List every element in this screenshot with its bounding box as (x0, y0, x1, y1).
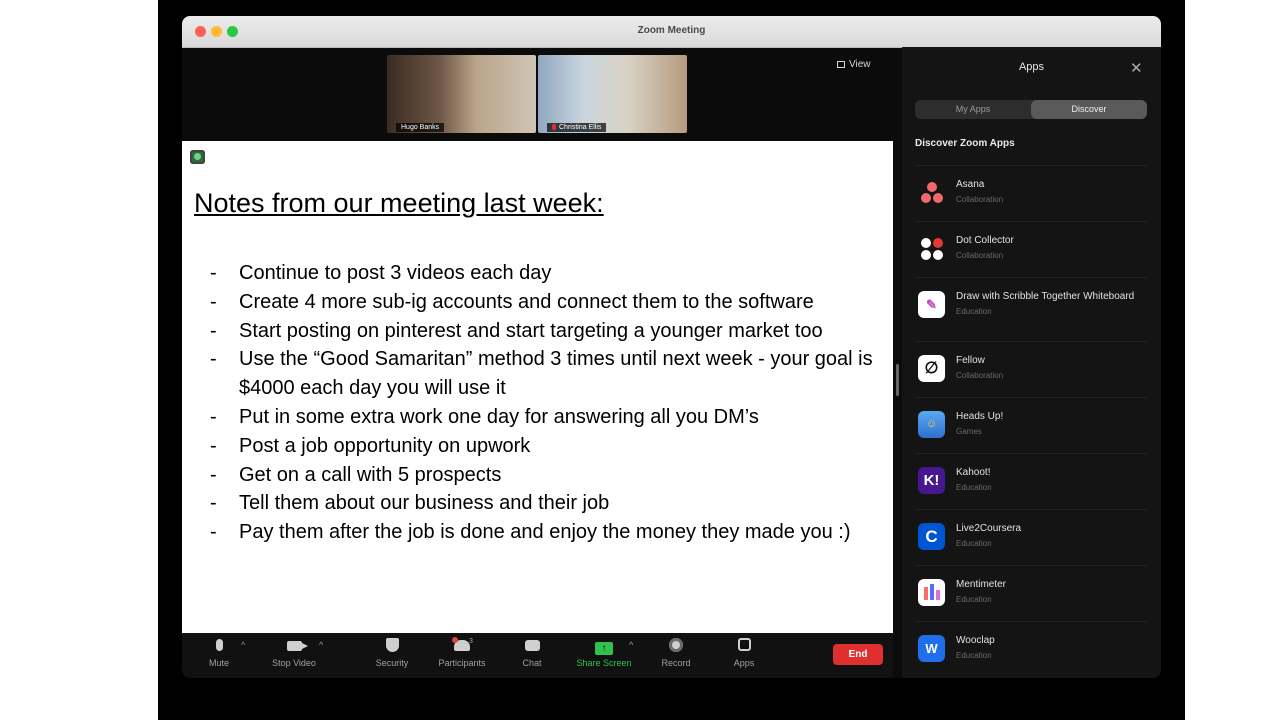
app-name: Draw with Scribble Together Whiteboard (956, 291, 1135, 302)
app-category: Collaboration (956, 195, 1004, 204)
share-screen-icon: ↑ (595, 642, 613, 655)
app-category: Education (956, 595, 992, 604)
app-item-wooclap[interactable]: W Wooclap Education (915, 621, 1147, 678)
record-button[interactable]: Record (641, 638, 711, 668)
app-category: Education (956, 539, 992, 548)
app-item-fellow[interactable]: ∅ Fellow Collaboration (915, 341, 1147, 398)
app-name: Live2Coursera (956, 523, 1022, 534)
note-item: Pay them after the job is done and enjoy… (210, 518, 893, 547)
share-options-caret-icon[interactable]: ^ (629, 640, 633, 650)
participant-name-tag: Christina Ellis (547, 123, 607, 132)
participants-button[interactable]: Participants 3 (427, 637, 497, 668)
video-options-caret-icon[interactable]: ^ (319, 640, 323, 650)
note-item: Post a job opportunity on upwork (210, 432, 893, 461)
apps-tab-switcher: My Apps Discover (915, 100, 1147, 119)
app-item-kahoot[interactable]: K! Kahoot! Education (915, 453, 1147, 510)
app-name: Asana (956, 179, 985, 190)
app-name: Kahoot! (956, 467, 991, 478)
app-item-scribble-together[interactable]: ✎ Draw with Scribble Together Whiteboard… (915, 277, 1147, 342)
participant-video-hugo[interactable]: Hugo Banks (387, 55, 536, 133)
shared-screen-slide: Notes from our meeting last week: Contin… (182, 141, 893, 633)
mentimeter-icon (918, 579, 945, 606)
app-name: Dot Collector (956, 235, 1014, 246)
mic-muted-icon (552, 124, 556, 131)
chat-button[interactable]: Chat (497, 638, 567, 668)
dot-collector-icon (918, 235, 945, 262)
app-name: Heads Up! (956, 411, 1004, 422)
record-icon (669, 638, 683, 652)
app-item-asana[interactable]: Asana Collaboration (915, 165, 1147, 222)
apps-button[interactable]: Apps (709, 638, 779, 668)
app-item-dot-collector[interactable]: Dot Collector Collaboration (915, 221, 1147, 278)
microphone-icon (215, 639, 223, 651)
app-name: Wooclap (956, 635, 995, 646)
security-button[interactable]: Security (357, 638, 427, 668)
app-category: Education (956, 483, 992, 492)
app-category: Collaboration (956, 371, 1004, 380)
scribble-icon: ✎ (918, 291, 945, 318)
wooclap-icon: W (918, 635, 945, 662)
mute-button[interactable]: Mute ^ (184, 638, 254, 668)
app-category: Education (956, 651, 992, 660)
meeting-toolbar: Mute ^ Stop Video ^ Security Participant… (182, 633, 893, 678)
app-category: Collaboration (956, 251, 1004, 260)
shield-icon (385, 638, 399, 652)
participants-icon (452, 637, 470, 651)
note-item: Tell them about our business and their j… (210, 489, 893, 518)
video-camera-icon (286, 641, 308, 651)
note-item: Create 4 more sub-ig accounts and connec… (210, 288, 893, 317)
app-item-heads-up[interactable]: ☺ Heads Up! Games (915, 397, 1147, 454)
close-icon[interactable]: ✕ (1130, 59, 1143, 77)
tab-discover[interactable]: Discover (1031, 100, 1147, 119)
apps-panel: Apps ✕ My Apps Discover Discover Zoom Ap… (902, 47, 1161, 678)
tab-my-apps[interactable]: My Apps (915, 100, 1031, 119)
app-category: Education (956, 307, 992, 316)
participant-name-tag: Hugo Banks (396, 123, 445, 132)
window-title: Zoom Meeting (637, 25, 706, 36)
slide-title: Notes from our meeting last week: (194, 188, 604, 218)
notes-list: Continue to post 3 videos each day Creat… (210, 259, 893, 547)
app-name: Mentimeter (956, 579, 1007, 590)
app-category: Games (956, 427, 982, 436)
fellow-icon: ∅ (918, 355, 945, 382)
panel-resize-handle[interactable] (896, 364, 899, 396)
note-item: Use the “Good Samaritan” method 3 times … (210, 345, 893, 403)
heads-up-icon: ☺ (918, 411, 945, 438)
end-meeting-button[interactable]: End (833, 644, 883, 665)
note-item: Continue to post 3 videos each day (210, 259, 893, 288)
apps-icon (737, 638, 751, 651)
chat-bubble-icon (524, 640, 540, 651)
stop-video-button[interactable]: Stop Video ^ (259, 638, 329, 668)
app-name: Fellow (956, 355, 985, 366)
mute-options-caret-icon[interactable]: ^ (241, 640, 245, 650)
app-item-live2coursera[interactable]: C Live2Coursera Education (915, 509, 1147, 566)
note-item: Get on a call with 5 prospects (210, 461, 893, 490)
encryption-shield-icon[interactable] (190, 150, 205, 164)
participant-video-christina[interactable]: Christina Ellis (538, 55, 687, 133)
asana-icon (918, 179, 945, 206)
zoom-window: Zoom Meeting Hugo Banks Christina Ellis … (182, 16, 1161, 678)
apps-panel-title: Apps (1018, 61, 1045, 73)
kahoot-icon: K! (918, 467, 945, 494)
note-item: Put in some extra work one day for answe… (210, 403, 893, 432)
title-bar: Zoom Meeting (182, 16, 1161, 48)
share-screen-button[interactable]: ↑ Share Screen ^ (569, 638, 639, 668)
discover-section-title: Discover Zoom Apps (915, 138, 1015, 149)
grid-view-icon (837, 61, 845, 68)
participants-count: 3 (469, 638, 473, 645)
coursera-icon: C (918, 523, 945, 550)
note-item: Start posting on pinterest and start tar… (210, 317, 893, 346)
view-button[interactable]: View (837, 59, 871, 70)
app-item-mentimeter[interactable]: Mentimeter Education (915, 565, 1147, 622)
